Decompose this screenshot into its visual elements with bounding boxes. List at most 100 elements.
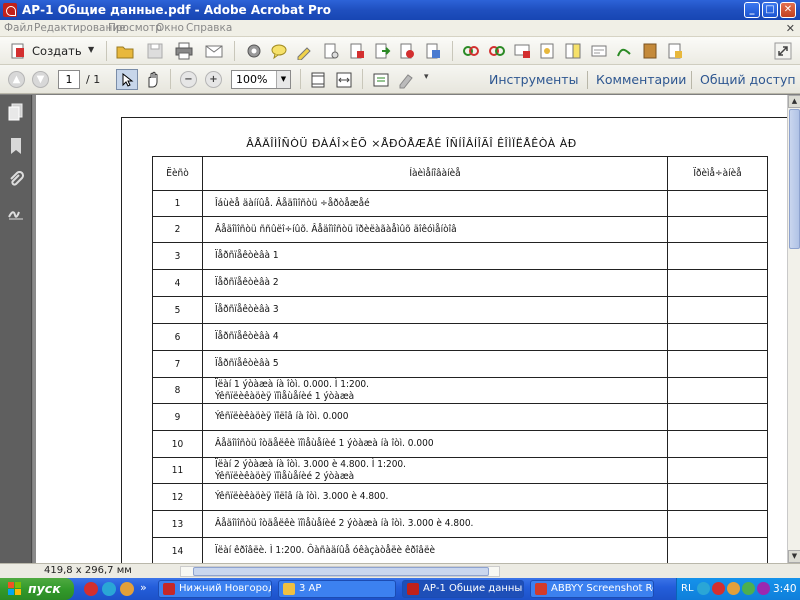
compare-icon[interactable] <box>564 42 582 60</box>
hand-tool-icon[interactable] <box>144 71 162 89</box>
cell-text-line: Âåäîìîñòü îòäåëêè ïîìåùåíèé 2 ýòàæà íà î… <box>215 518 474 529</box>
chevron-down-icon[interactable]: ▼ <box>276 71 290 88</box>
select-tool-button[interactable] <box>116 69 138 90</box>
stamp-icon[interactable] <box>538 42 556 60</box>
zoom-select[interactable]: 100% ▼ <box>231 70 291 89</box>
table-row: 3 Ïåðñïåêòèâà 1 <box>152 242 768 270</box>
taskbar-window-button[interactable]: ABBYY Screenshot Re... <box>530 580 654 598</box>
taskbar-window-button[interactable]: 3 АР <box>278 580 396 598</box>
create-button[interactable]: Создать ▼ <box>8 40 96 62</box>
comments-panel-link[interactable]: Комментарии <box>596 72 686 87</box>
menu-file[interactable]: Файл <box>4 22 33 34</box>
document-dropdown-icon[interactable] <box>424 42 442 60</box>
minimize-button[interactable]: _ <box>744 2 760 18</box>
open-folder-icon[interactable] <box>116 42 134 60</box>
next-page-button[interactable]: ▼ <box>32 71 49 88</box>
create-label: Создать <box>32 44 82 58</box>
volume-icon[interactable] <box>727 582 740 595</box>
cell-note <box>667 269 768 297</box>
start-button[interactable]: пуск <box>0 578 74 600</box>
fit-page-icon[interactable] <box>309 71 327 89</box>
share-panel-link[interactable]: Общий доступ <box>700 72 796 87</box>
close-button[interactable]: ✕ <box>780 2 796 18</box>
highlight-icon[interactable] <box>397 71 415 89</box>
scroll-up-button[interactable]: ▲ <box>788 95 800 108</box>
quick-launch-more-icon[interactable]: » <box>140 581 147 594</box>
pdf-page: ÂÅÄÎÌÎÑÒÜ ÐÀÁÎ×ÈÕ ×ÅÐÒÅÆÅÉ ÎÑÍÎÂÍÎÃÎ ÊÎÌ… <box>36 95 787 563</box>
vertical-scrollbar[interactable]: ▲ ▼ <box>787 95 800 563</box>
link-icon[interactable] <box>462 42 480 60</box>
zoom-out-button[interactable]: − <box>180 71 197 88</box>
scroll-thumb[interactable] <box>789 109 800 249</box>
cell-sheet-number: 14 <box>152 537 203 563</box>
comment-icon[interactable] <box>270 42 288 60</box>
gear-icon[interactable] <box>245 42 263 60</box>
scroll-down-button[interactable]: ▼ <box>788 550 800 563</box>
horizontal-scroll-thumb[interactable] <box>193 567 489 576</box>
taskbar-window-button[interactable]: АР-1 Общие данные... <box>402 580 524 598</box>
cell-sheet-name: Ýêñïëèêàöèÿ ïîëîâ íà îòì. 3.000 è 4.800. <box>202 483 668 511</box>
read-mode-icon[interactable] <box>372 71 390 89</box>
menu-help[interactable]: Справка <box>186 22 232 34</box>
cell-text-line: Ïåðñïåêòèâà 1 <box>215 250 279 261</box>
review-icon[interactable] <box>513 42 531 60</box>
column-header-note: Ïðèìå÷àíèå <box>667 156 768 191</box>
toolbar-overflow-icon[interactable]: ▾ <box>424 72 429 82</box>
cell-sheet-number: 6 <box>152 323 203 351</box>
tray-app-icon[interactable] <box>757 582 770 595</box>
start-label: пуск <box>28 581 61 596</box>
link-multi-icon[interactable] <box>488 42 506 60</box>
zoom-in-button[interactable]: + <box>205 71 222 88</box>
window-app-icon <box>283 583 295 595</box>
cursor-arrow-icon <box>122 73 134 87</box>
cell-note <box>667 242 768 270</box>
cell-text-line: Ïëàí 2 ýòàæà íà îòì. 3.000 è 4.800. Ì 1:… <box>215 458 407 470</box>
acrobat-app-icon[interactable] <box>3 3 17 17</box>
maximize-button[interactable]: □ <box>762 2 778 18</box>
email-icon[interactable] <box>205 42 223 60</box>
document-viewport[interactable]: ÂÅÄÎÌÎÑÒÜ ÐÀÁÎ×ÈÕ ×ÅÐÒÅÆÅÉ ÎÑÍÎÂÍÎÃÎ ÊÎÌ… <box>33 95 787 563</box>
cell-text-line: Âåäîìîñòü îòäåëêè ïîìåùåíèé 1 ýòàæà íà î… <box>215 438 434 449</box>
attach-document-icon[interactable] <box>666 42 684 60</box>
document-export-icon[interactable] <box>348 42 366 60</box>
save-icon[interactable] <box>146 42 164 60</box>
window-app-icon <box>163 583 175 595</box>
menu-window[interactable]: Окно <box>156 22 184 34</box>
close-document-icon[interactable]: ✕ <box>786 22 795 35</box>
book-icon[interactable] <box>641 42 659 60</box>
horizontal-scrollbar[interactable] <box>180 566 500 577</box>
document-share-icon[interactable] <box>398 42 416 60</box>
document-edit-icon[interactable] <box>322 42 340 60</box>
sign-icon[interactable] <box>296 42 314 60</box>
panel-divider <box>587 71 588 89</box>
page-number-input[interactable]: 1 <box>58 70 80 89</box>
opera-icon[interactable] <box>84 582 98 596</box>
media-icon[interactable] <box>120 582 134 596</box>
tools-panel-link[interactable]: Инструменты <box>489 72 578 87</box>
taskbar-window-label: АР-1 Общие данные... <box>423 583 523 594</box>
menu-bar: Файл Редактирование Просмотр Окно Справк… <box>0 20 800 37</box>
cell-sheet-name: Ïåðñïåêòèâà 5 <box>202 350 668 378</box>
cell-sheet-number: 9 <box>152 403 203 431</box>
pages-panel-icon[interactable] <box>7 103 25 121</box>
bookmarks-panel-icon[interactable] <box>7 137 25 155</box>
action-icon[interactable] <box>615 42 633 60</box>
update-icon[interactable] <box>742 582 755 595</box>
main-toolbar: Создать ▼ <box>0 37 800 65</box>
document-arrow-icon[interactable] <box>373 42 391 60</box>
print-icon[interactable] <box>175 42 193 60</box>
signatures-panel-icon[interactable] <box>7 203 25 221</box>
form-icon[interactable] <box>590 42 608 60</box>
windows-logo-icon <box>8 582 21 595</box>
fit-width-icon[interactable] <box>335 71 353 89</box>
antivirus-icon[interactable] <box>712 582 725 595</box>
cell-sheet-name: Ïåðñïåêòèâà 2 <box>202 269 668 297</box>
language-indicator[interactable]: RL <box>681 583 694 594</box>
browser-icon[interactable] <box>102 582 116 596</box>
expand-icon[interactable] <box>774 42 792 60</box>
network-icon[interactable] <box>697 582 710 595</box>
attachments-panel-icon[interactable] <box>7 171 25 189</box>
taskbar-window-button[interactable]: Нижний Новгород О... <box>158 580 272 598</box>
menu-view[interactable]: Просмотр <box>108 22 162 34</box>
previous-page-button[interactable]: ▲ <box>8 71 25 88</box>
